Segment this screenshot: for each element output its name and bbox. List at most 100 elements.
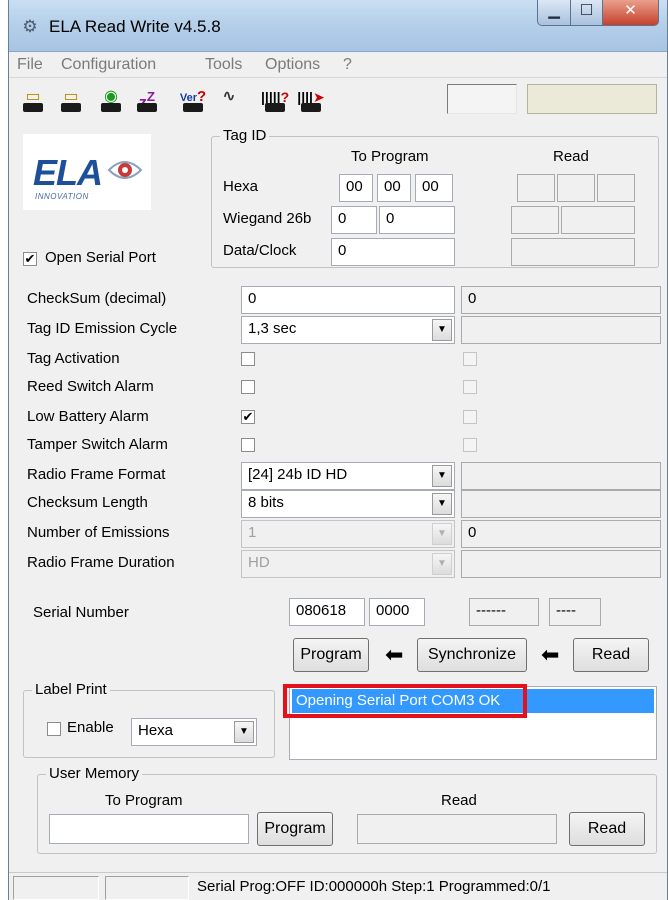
version-icon[interactable]: Ver?	[179, 88, 207, 114]
sleep-icon[interactable]: zZ	[133, 88, 161, 114]
window-controls: ▁ ☐ ✕	[537, 0, 659, 26]
menu-tools[interactable]: Tools	[205, 56, 242, 74]
tag-activation-read-checkbox	[463, 352, 477, 366]
serial-number-label: Serial Number	[33, 604, 129, 621]
reed-switch-label: Reed Switch Alarm	[27, 378, 154, 395]
tag-id-title: Tag ID	[220, 127, 270, 144]
hexa-read-byte-3	[597, 174, 635, 202]
open-serial-port-label: Open Serial Port	[45, 249, 156, 266]
toolbar-status-field-1	[447, 84, 517, 114]
hexa-label: Hexa	[223, 178, 259, 195]
title-bar: ⚙ ELA Read Write v4.5.8 ▁ ☐ ✕	[9, 0, 667, 52]
label-format-value: Hexa	[138, 722, 174, 739]
maximize-button[interactable]: ☐	[571, 0, 603, 26]
tamper-label: Tamper Switch Alarm	[27, 436, 168, 453]
reed-switch-read-checkbox	[463, 380, 477, 394]
barcode-query-icon[interactable]: |||||?	[261, 88, 289, 114]
status-text: Serial Prog:OFF ID:000000h Step:1 Progra…	[197, 878, 551, 895]
label-print-title: Label Print	[32, 681, 110, 698]
tamper-checkbox[interactable]	[241, 438, 255, 452]
checksum-label: CheckSum (decimal)	[27, 290, 167, 307]
barcode-write-icon[interactable]: ||||➤	[297, 88, 325, 114]
tamper-read-checkbox	[463, 438, 477, 452]
chevron-down-icon: ▼	[432, 553, 452, 575]
wiegand-read-card	[561, 206, 635, 234]
enable-label-print-checkbox[interactable]	[47, 722, 61, 736]
ela-logo: ELA INNOVATION	[23, 134, 151, 210]
open-serial-port-checkbox[interactable]: ✔	[23, 252, 37, 266]
menu-bar: File Configuration Tools Options ?	[9, 52, 667, 78]
open-icon[interactable]: ▭	[19, 88, 47, 114]
low-battery-read-checkbox	[463, 410, 477, 424]
radio-icon[interactable]: ◉	[97, 88, 125, 114]
minimize-button[interactable]: ▁	[537, 0, 571, 26]
menu-file[interactable]: File	[17, 56, 43, 74]
user-memory-program-button[interactable]: Program	[257, 812, 333, 846]
chevron-down-icon: ▼	[234, 721, 254, 743]
enable-label: Enable	[67, 719, 114, 736]
synchronize-button[interactable]: Synchronize	[417, 638, 527, 672]
program-button[interactable]: Program	[293, 638, 369, 672]
chevron-down-icon: ▼	[432, 319, 452, 341]
gear-app-icon: ⚙	[22, 17, 38, 36]
label-format-select[interactable]: Hexa ▼	[131, 718, 257, 746]
frame-format-label: Radio Frame Format	[27, 466, 166, 483]
wiegand-facility-input[interactable]: 0	[331, 206, 377, 234]
frame-duration-label: Radio Frame Duration	[27, 554, 175, 571]
serial-read-part-2: ----	[549, 598, 601, 626]
user-memory-read-field	[357, 814, 557, 844]
hexa-read-byte-1	[517, 174, 555, 202]
read-button[interactable]: Read	[573, 638, 649, 672]
arrow-left-icon: ⬅	[385, 642, 404, 667]
num-emissions-read: 0	[461, 520, 661, 548]
save-icon[interactable]: ▭	[57, 88, 85, 114]
window-title: ELA Read Write v4.5.8	[49, 17, 221, 36]
chevron-down-icon: ▼	[432, 523, 452, 545]
low-battery-checkbox[interactable]: ✔	[241, 410, 255, 424]
frame-duration-value: HD	[248, 554, 270, 571]
hexa-byte-1-input[interactable]: 00	[339, 174, 373, 202]
user-memory-read-button[interactable]: Read	[569, 812, 645, 846]
tag-activation-checkbox[interactable]	[241, 352, 255, 366]
hexa-byte-3-input[interactable]: 00	[415, 174, 453, 202]
tag-id-read-label: Read	[553, 148, 589, 165]
serial-read-part-1: ------	[469, 598, 539, 626]
num-emissions-select: 1 ▼	[241, 520, 455, 548]
emission-cycle-select[interactable]: 1,3 sec ▼	[241, 316, 455, 344]
emission-cycle-label: Tag ID Emission Cycle	[27, 320, 178, 337]
checksum-length-read	[461, 490, 661, 518]
frame-format-select[interactable]: [24] 24b ID HD ▼	[241, 462, 455, 490]
frame-duration-read	[461, 550, 661, 578]
reed-switch-checkbox[interactable]	[241, 380, 255, 394]
wiegand-read-facility	[511, 206, 559, 234]
close-button[interactable]: ✕	[603, 0, 659, 26]
user-memory-program-input[interactable]	[49, 814, 249, 844]
serial-program-part-1[interactable]: 080618	[289, 598, 365, 626]
tag-activation-label: Tag Activation	[27, 350, 120, 367]
frame-format-value: [24] 24b ID HD	[248, 466, 348, 483]
user-memory-read-label: Read	[441, 792, 477, 809]
status-bar: Serial Prog:OFF ID:000000h Step:1 Progra…	[9, 872, 667, 900]
user-memory-to-program-label: To Program	[105, 792, 183, 809]
wiegand-card-input[interactable]: 0	[379, 206, 455, 234]
menu-help[interactable]: ?	[343, 56, 352, 74]
menu-configuration[interactable]: Configuration	[61, 56, 156, 74]
app-window: ⚙ ELA Read Write v4.5.8 ▁ ☐ ✕ File Confi…	[8, 0, 668, 900]
serial-program-part-2[interactable]: 0000	[369, 598, 425, 626]
checksum-length-select[interactable]: 8 bits ▼	[241, 490, 455, 518]
menu-options[interactable]: Options	[265, 56, 320, 74]
logo-text: ELA	[33, 152, 103, 193]
user-memory-title: User Memory	[46, 765, 143, 782]
dataclock-input[interactable]: 0	[331, 238, 455, 266]
emission-cycle-read	[461, 316, 661, 344]
hexa-byte-2-input[interactable]: 00	[377, 174, 411, 202]
low-battery-label: Low Battery Alarm	[27, 408, 149, 425]
checksum-length-label: Checksum Length	[27, 494, 148, 511]
logo-eye-icon	[107, 161, 143, 179]
signal-icon[interactable]: ∿	[215, 88, 243, 114]
wiegand-label: Wiegand 26b	[223, 210, 312, 227]
logo-subtitle: INNOVATION	[35, 192, 89, 201]
num-emissions-label: Number of Emissions	[27, 524, 170, 541]
checksum-input[interactable]: 0	[241, 286, 455, 314]
toolbar: ▭ ▭ ◉ zZ Ver? ∿ |||||? ||||➤	[9, 78, 667, 124]
